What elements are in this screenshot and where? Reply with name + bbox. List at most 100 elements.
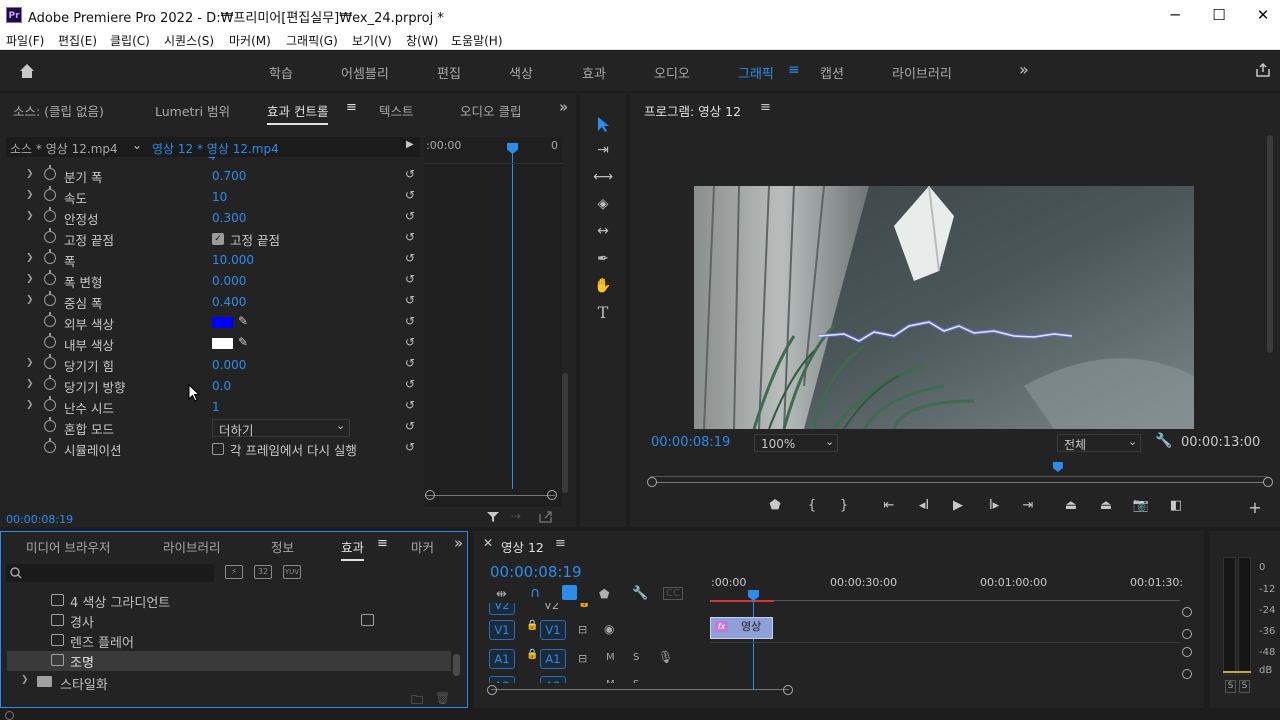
filter-icon[interactable] [486,511,500,523]
export-icon[interactable] [539,511,553,523]
menu-graphics[interactable]: 그래픽(G) [286,32,338,49]
mark-in-icon[interactable]: { [802,498,822,513]
type-tool-icon[interactable]: T [590,302,616,324]
solo-right-button[interactable]: S [1239,680,1250,693]
effects-search-input[interactable] [6,564,214,582]
sync-lock-icon[interactable]: ⊟ [578,623,587,636]
play-only-audio-icon[interactable]: ▶ [406,139,414,150]
tab-lumetri-scopes[interactable]: Lumetri 범위 [155,101,230,120]
chevron-right-icon[interactable]: ❯ [26,295,34,305]
program-zoom-left-handle[interactable] [647,477,657,487]
reset-parameter-icon[interactable]: ↺ [405,419,415,433]
workspace-tab-color[interactable]: 색상 [509,63,533,82]
property-value[interactable]: 0.700 [212,169,246,183]
reset-parameter-icon[interactable]: ↺ [405,293,415,307]
mini-zoom-left-handle[interactable] [425,490,435,500]
minimize-button[interactable]: ─ [1152,0,1198,30]
chevron-right-icon[interactable]: ❯ [26,211,34,221]
close-button[interactable]: ✕ [1240,0,1280,30]
tab-audio-clip[interactable]: 오디오 클립 [460,101,521,120]
video-frame[interactable] [694,186,1194,429]
vertical-zoom-handle[interactable] [1182,647,1192,657]
timeline-zoom-left-handle[interactable] [487,685,497,695]
menu-sequence[interactable]: 시퀀스(S) [164,32,214,49]
effect-item[interactable]: 조명 [51,651,451,671]
playback-resolution-select[interactable]: 전체 ⌄ [1057,434,1141,452]
reset-parameter-icon[interactable]: ↺ [405,377,415,391]
menu-window[interactable]: 창(W) [406,32,438,49]
effect-property-row[interactable]: ❯ 당기기 방향 0.0 ↺ [4,375,424,396]
property-value[interactable]: 0.300 [212,211,246,225]
add-marker-icon[interactable]: ⬟ [599,587,609,601]
linked-selection-icon[interactable] [562,585,577,600]
eye-icon[interactable]: ◉ [604,622,614,636]
stopwatch-icon[interactable] [44,186,56,201]
play-icon[interactable]: ▶ [948,498,968,513]
go-to-out-icon[interactable]: ⇥ [1018,498,1038,513]
video-clip[interactable]: fx 영상 [710,617,773,639]
property-value[interactable]: 0.400 [212,295,246,309]
reset-parameter-icon[interactable]: ↺ [405,314,415,328]
reset-parameter-icon[interactable]: ↺ [405,209,415,223]
stopwatch-icon[interactable] [44,291,56,306]
track-select-tool-icon[interactable]: ⇥ [590,139,616,161]
panel-menu-icon[interactable]: ≡ [346,100,357,115]
source-patch-v2[interactable]: V2 [489,603,515,615]
workspace-tab-learn[interactable]: 학습 [269,63,293,82]
workspace-menu-icon[interactable]: ≡ [788,62,800,78]
effect-property-row[interactable]: 내부 색상 ✎ ↺ [4,333,424,354]
color-swatch[interactable] [212,338,233,349]
workspace-tab-graphics[interactable]: 그래픽 [738,63,774,82]
property-value[interactable]: 10 [212,190,227,204]
sync-lock-icon[interactable]: ⊟ [578,652,587,665]
menu-help[interactable]: 도움말(H) [451,32,503,49]
stopwatch-icon[interactable] [44,438,56,453]
chevron-right-icon[interactable]: ❯ [26,253,34,263]
accelerated-effects-filter-icon[interactable]: ⚡ [225,565,243,579]
selection-tool-icon[interactable] [595,115,611,133]
timeline-zoom-right-handle[interactable] [783,685,793,695]
mark-out-icon[interactable]: } [834,498,854,513]
lift-icon[interactable]: ⏏ [1061,498,1081,513]
reset-parameter-icon[interactable]: ↺ [405,272,415,286]
close-tab-icon[interactable]: ✕ [483,536,493,550]
stopwatch-icon[interactable] [44,228,56,243]
stopwatch-icon[interactable] [44,165,56,180]
panel-overflow-icon[interactable]: » [454,534,463,552]
chevron-down-icon[interactable]: ⌄ [132,138,142,152]
sequence-clip-label[interactable]: 영상 12 * 영상 12.mp4 [152,140,279,157]
maximize-button[interactable]: ☐ [1196,0,1242,30]
chevron-right-icon[interactable]: ❯ [26,169,34,179]
effects-list-scrollbar[interactable] [453,654,460,676]
vertical-zoom-handle[interactable] [1182,669,1192,679]
panel-overflow-icon[interactable]: » [559,98,568,116]
panel-menu-icon[interactable]: ≡ [377,536,388,551]
reset-parameter-icon[interactable]: ↺ [405,356,415,370]
workspace-tab-captions[interactable]: 캡션 [820,63,844,82]
effect-property-row[interactable]: ❯ 안정성 0.300 ↺ [4,207,424,228]
effect-property-row[interactable]: ❯ 당기기 힘 0.000 ↺ [4,354,424,375]
pen-tool-icon[interactable]: ✒ [590,248,616,270]
effect-property-row[interactable]: 혼합 모드 더하기 ⌄ ↺ [4,417,424,438]
vertical-zoom-handle[interactable] [1182,629,1192,639]
source-patch-a1[interactable]: A1 [489,649,515,669]
eyedropper-icon[interactable]: ✎ [238,335,248,349]
stopwatch-icon[interactable] [44,207,56,222]
stopwatch-icon[interactable] [44,333,56,348]
effect-property-row[interactable]: ❯ 폭 변형 0.000 ↺ [4,270,424,291]
razor-tool-icon[interactable]: ◈ [590,193,616,215]
solo-button[interactable]: S [633,679,639,683]
workspace-tab-libraries[interactable]: 라이브러리 [892,63,952,82]
target-v1[interactable]: V1 [540,620,566,640]
effect-item[interactable]: 경사 [51,611,451,631]
menu-clip[interactable]: 클립(C) [110,32,150,49]
property-value[interactable]: 0.000 [212,274,246,288]
target-v2[interactable]: V2 [544,603,559,612]
tab-libraries[interactable]: 라이브러리 [163,537,221,556]
effect-property-row[interactable]: 외부 색상 ✎ ↺ [4,312,424,333]
mini-zoom-right-handle[interactable] [547,490,557,500]
workspace-tab-assembly[interactable]: 어셈블리 [341,63,389,82]
program-menu-icon[interactable]: ≡ [760,100,771,115]
workspace-tab-audio[interactable]: 오디오 [654,63,690,82]
ripple-edit-tool-icon[interactable]: ⟷ [590,166,616,188]
